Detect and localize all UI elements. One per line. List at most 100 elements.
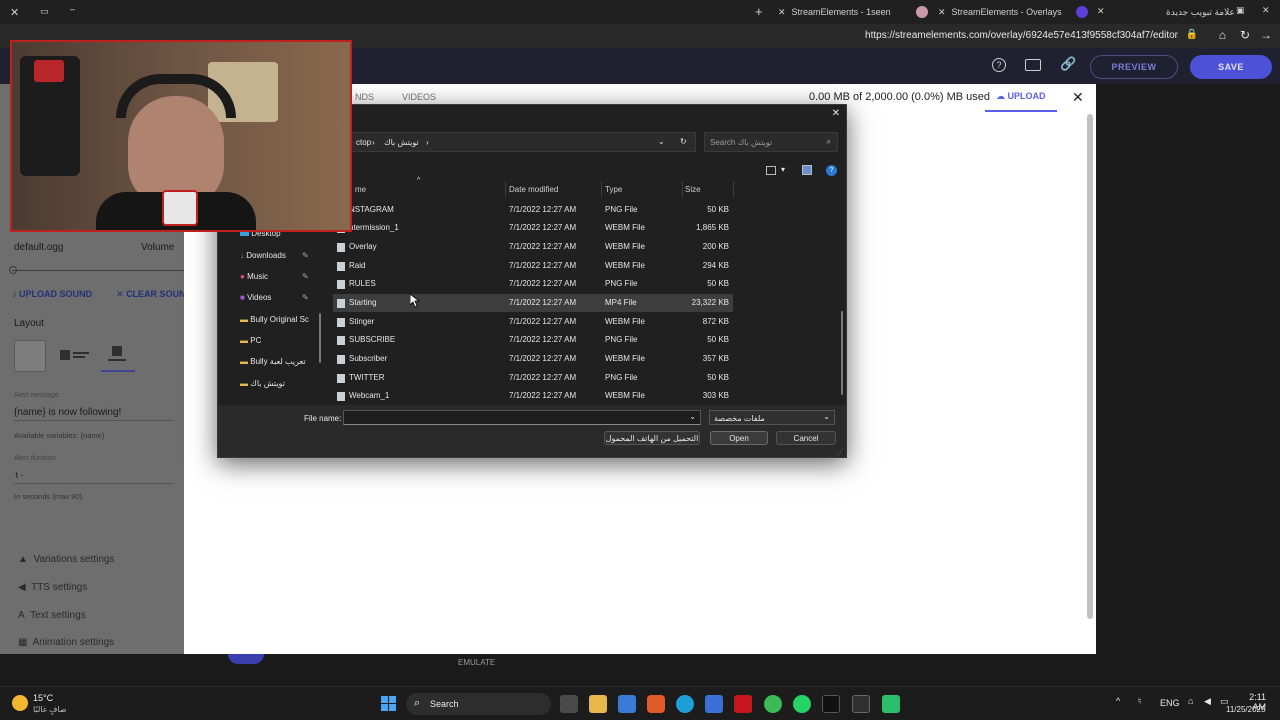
resize-grip-icon[interactable]: ⋰ (837, 448, 844, 456)
outlook-icon[interactable] (705, 695, 723, 713)
netflix-icon[interactable] (734, 695, 752, 713)
link-icon[interactable]: 🔗 (1060, 56, 1076, 72)
chevron-down-icon[interactable]: ⌄ (658, 137, 665, 146)
network-icon[interactable]: ⌂ (1188, 696, 1193, 706)
upload-button[interactable]: ☁ UPLOAD (996, 91, 1046, 102)
tts-settings-section[interactable]: ◀ TTS settings (18, 582, 87, 593)
tab-new-tab[interactable]: علامة تبويب جديدة (1166, 0, 1235, 24)
file-name-input[interactable]: ⌄ (343, 410, 701, 425)
clear-sound-button[interactable]: ✕ CLEAR SOUND (116, 289, 192, 300)
start-icon[interactable] (381, 696, 397, 712)
refresh-icon[interactable]: ↻ (1240, 28, 1250, 42)
list-item[interactable]: Overlay 7/1/2022 12:27 AM WEBM File 200 … (333, 238, 733, 256)
list-item[interactable]: Webcam_1 7/1/2022 12:27 AM WEBM File 303… (333, 387, 733, 405)
sidebar-item-videos[interactable]: ■ Videos (240, 293, 271, 302)
close-icon[interactable]: ✕ (832, 108, 840, 119)
whatsapp-icon[interactable] (793, 695, 811, 713)
help-icon[interactable]: ? (826, 165, 837, 176)
list-item-hovered[interactable]: Starting 7/1/2022 12:27 AM MP4 File 23,3… (333, 294, 733, 312)
task-view-icon[interactable] (560, 695, 578, 713)
sidebar-item-folder[interactable]: ▬ Bully تعريب لعبة (240, 357, 306, 366)
volume-slider-handle[interactable] (9, 266, 17, 274)
weather-description[interactable]: صافٍ غالبًا (33, 705, 67, 714)
open-button[interactable]: Open (710, 431, 768, 445)
file-list-scrollbar[interactable] (841, 311, 843, 395)
clock-date[interactable]: 11/25/2025 (1226, 705, 1265, 714)
column-date-modified[interactable]: Date modified (509, 185, 558, 194)
help-icon[interactable]: ? (992, 58, 1006, 72)
search-input[interactable]: Search تويتش باك ⌕ (704, 132, 838, 152)
microphone-icon[interactable]: ♮ (1138, 696, 1141, 707)
app-icon[interactable] (882, 695, 900, 713)
lock-icon[interactable]: 🔒 (1186, 29, 1198, 40)
sidebar-item-folder[interactable]: ▬ تويتش باك (240, 379, 285, 388)
url-text[interactable]: https://streamelements.com/overlay/6924e… (865, 30, 1178, 41)
taskbar-search[interactable]: ⌕ Search (406, 693, 551, 715)
upload-sound-button[interactable]: ♪ UPLOAD SOUND (12, 289, 92, 299)
tab-videos[interactable]: VIDEOS (402, 92, 436, 102)
list-item[interactable]: TWITTER 7/1/2022 12:27 AM PNG File 50 KB (333, 369, 733, 387)
scrollbar[interactable] (1087, 114, 1093, 619)
edge-icon[interactable] (676, 695, 694, 713)
animation-settings-section[interactable]: ▦ Animation settings (18, 637, 114, 648)
store-icon[interactable] (618, 695, 636, 713)
sidebar-scrollbar[interactable] (319, 313, 321, 363)
list-item[interactable]: Stinger 7/1/2022 12:27 AM WEBM File 872 … (333, 313, 733, 331)
list-item[interactable]: Subscriber 7/1/2022 12:27 AM WEBM File 3… (333, 350, 733, 368)
breadcrumb-item[interactable]: تويتش باك (384, 138, 419, 147)
home-icon[interactable]: ⌂ (1219, 28, 1226, 42)
language-indicator[interactable]: ENG (1160, 698, 1180, 708)
pin-icon[interactable]: ✎ (302, 251, 309, 260)
list-item[interactable]: NSTAGRAM 7/1/2022 12:27 AM PNG File 50 K… (333, 201, 733, 219)
chevron-down-icon[interactable]: ⌄ (689, 412, 696, 421)
view-options-icon[interactable] (766, 166, 776, 175)
close-tab-icon[interactable]: ✕ (1097, 6, 1105, 17)
pin-icon[interactable]: ✎ (302, 272, 309, 281)
layout-option-top[interactable] (14, 340, 46, 372)
list-item[interactable]: ntermission_1 7/1/2022 12:27 AM WEBM Fil… (333, 219, 733, 237)
forward-icon[interactable]: → (1260, 28, 1272, 42)
file-explorer-icon[interactable] (589, 695, 607, 713)
tab-streamelements-overlays[interactable]: ✕ StreamElements - Overlays (938, 0, 1062, 24)
capcut-icon[interactable] (852, 695, 870, 713)
sidebar-item-music[interactable]: ● Music (240, 272, 268, 281)
weather-temp[interactable]: 15°C (33, 693, 53, 703)
breadcrumb[interactable]: ctop › تويتش باك › ⌄ ↻ (333, 132, 696, 152)
sidebar-item-downloads[interactable]: ↓ Downloads (240, 251, 286, 260)
text-settings-section[interactable]: A Text settings (18, 610, 86, 621)
alert-duration-input[interactable]: ١٠ (14, 470, 174, 484)
tiktok-icon[interactable] (822, 695, 840, 713)
file-type-filter[interactable]: ملفات مخصصة ⌄ (709, 410, 835, 425)
monitor-icon[interactable] (1025, 59, 1041, 71)
close-tab-icon[interactable]: ✕ (1262, 5, 1270, 16)
sidebar-item-folder[interactable]: ▬ PC (240, 336, 261, 345)
weather-icon[interactable] (12, 695, 28, 711)
chevron-up-icon[interactable]: ^ (1116, 696, 1120, 706)
brave-icon[interactable] (647, 695, 665, 713)
breadcrumb-item[interactable]: ctop (356, 138, 371, 147)
sidebar-item-folder[interactable]: ▬ Bully Original Sc (240, 315, 309, 324)
pin-icon[interactable]: ✎ (302, 293, 309, 302)
add-widget-button[interactable] (228, 654, 264, 664)
new-tab-icon[interactable]: + (755, 4, 763, 19)
alert-message-input[interactable]: {name} is now following! (14, 407, 174, 421)
layout-option-overlay[interactable] (101, 340, 135, 372)
chevron-down-icon[interactable]: ▾ (781, 165, 785, 174)
save-button[interactable]: SAVE (1190, 55, 1272, 79)
close-icon[interactable]: ✕ (1072, 89, 1084, 106)
close-window-icon[interactable]: ✕ (10, 6, 19, 19)
tab-streamelements-1seen[interactable]: ✕ StreamElements - 1seen (778, 0, 891, 24)
tab-actions-icon[interactable]: ▣ (1236, 5, 1245, 16)
close-tab-icon[interactable]: ✕ (778, 7, 786, 18)
preview-button[interactable]: PREVIEW (1090, 55, 1178, 79)
list-item[interactable]: SUBSCRIBE 7/1/2022 12:27 AM PNG File 50 … (333, 331, 733, 349)
tab-sounds[interactable]: NDS (355, 92, 374, 102)
variations-settings-section[interactable]: ▲ Variations settings (18, 554, 114, 565)
list-item[interactable]: RULES 7/1/2022 12:27 AM PNG File 50 KB (333, 275, 733, 293)
list-item[interactable]: Raid 7/1/2022 12:27 AM WEBM File 294 KB (333, 257, 733, 275)
minimize-icon[interactable]: – (70, 4, 75, 14)
column-type[interactable]: Type (605, 185, 622, 194)
emulate-button[interactable]: EMULATE (458, 658, 495, 667)
layout-option-side[interactable] (58, 346, 90, 366)
preview-pane-icon[interactable] (802, 165, 812, 175)
